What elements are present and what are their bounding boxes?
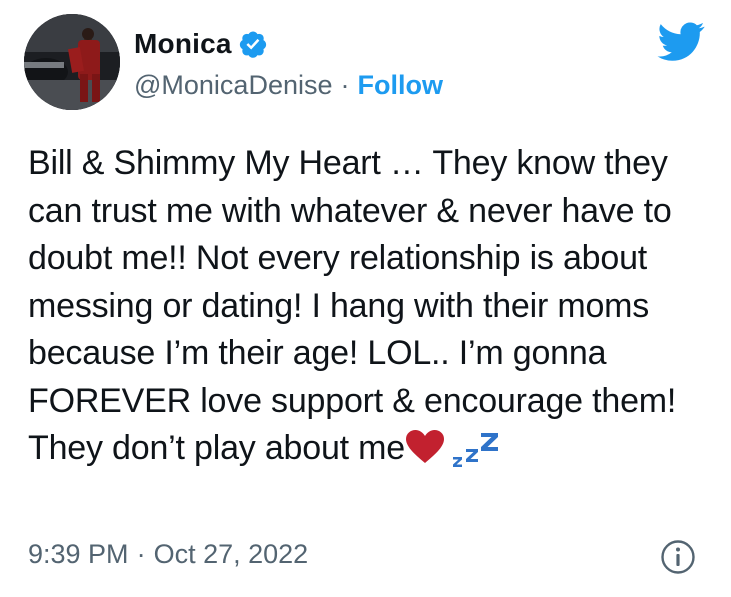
avatar[interactable] (24, 14, 120, 110)
author-handle[interactable]: @MonicaDenise (134, 70, 333, 101)
tweet-text: Bill & Shimmy My Heart … They know they … (28, 144, 677, 467)
separator-dot: · (340, 69, 350, 100)
author-name-row: Monica (134, 26, 268, 62)
heart-emoji-icon (405, 429, 445, 465)
zzz-emoji-icon (451, 431, 501, 467)
info-icon[interactable] (660, 539, 696, 575)
tweet-time[interactable]: 9:39 PM (28, 539, 129, 570)
follow-button[interactable]: Follow (358, 70, 443, 101)
tweet-body: Bill & Shimmy My Heart … They know they … (28, 140, 708, 473)
avatar-image (24, 14, 120, 110)
tweet-date[interactable]: Oct 27, 2022 (154, 539, 309, 570)
tweet-metadata: 9:39 PM · Oct 27, 2022 (28, 536, 308, 572)
twitter-bird-icon[interactable] (657, 22, 705, 62)
tweet-card: Monica @MonicaDenise · Follow Bill & Shi… (0, 0, 731, 597)
author-display-name[interactable]: Monica (134, 28, 232, 60)
verified-badge-icon (238, 29, 268, 59)
author-handle-row: @MonicaDenise · Follow (134, 68, 443, 102)
separator-dot: · (136, 538, 146, 569)
